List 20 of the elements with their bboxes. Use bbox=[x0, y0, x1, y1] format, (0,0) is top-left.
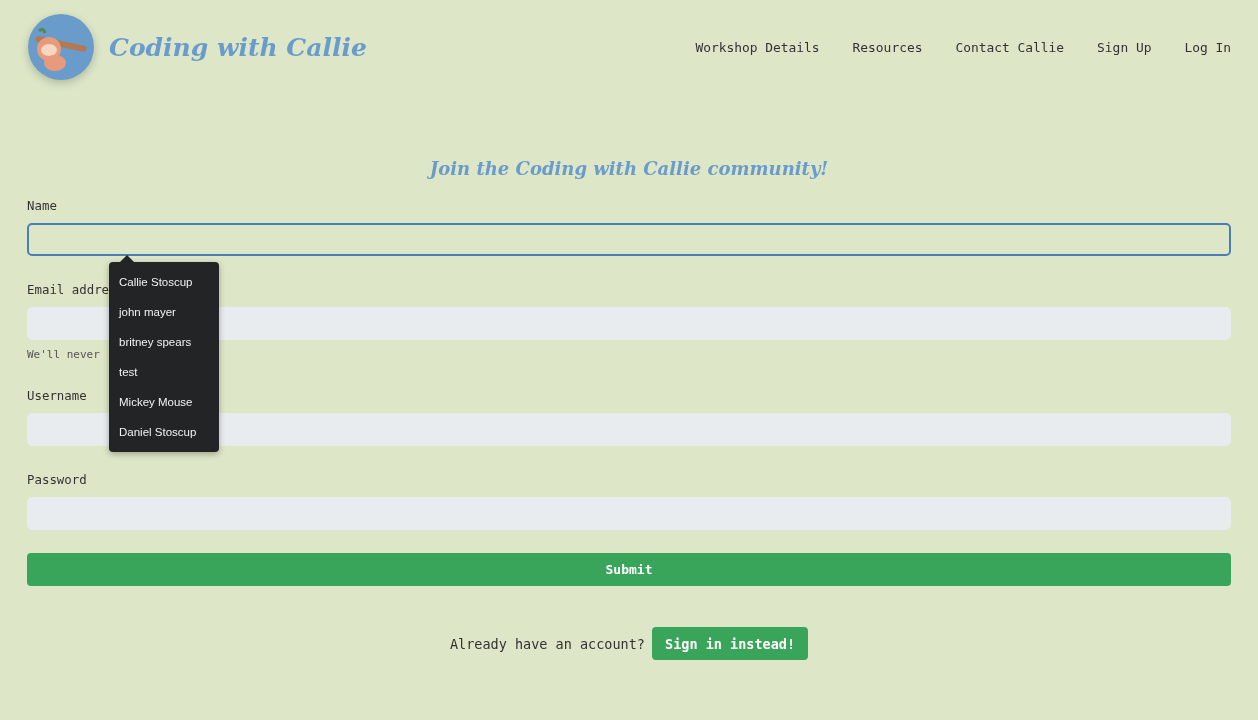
nav-link[interactable]: Workshop Details bbox=[695, 39, 820, 55]
field-label: Username bbox=[27, 388, 87, 403]
autocomplete-item[interactable]: test bbox=[109, 357, 219, 387]
nav-link[interactable]: Contact Callie bbox=[955, 39, 1065, 55]
field-label: Password bbox=[27, 472, 87, 487]
autocomplete-item[interactable]: britney spears bbox=[109, 327, 219, 357]
field-label: Name bbox=[27, 198, 57, 213]
autocomplete-item[interactable]: Mickey Mouse bbox=[109, 387, 219, 417]
autocomplete-item[interactable]: john mayer bbox=[109, 297, 219, 327]
autocomplete-item[interactable]: Daniel Stoscup bbox=[109, 417, 219, 447]
sloth-logo-icon bbox=[27, 13, 95, 81]
nav-link[interactable]: Log In bbox=[1184, 39, 1231, 55]
help-text: We'll never bbox=[27, 348, 100, 361]
autocomplete-item[interactable]: Callie Stoscup bbox=[109, 267, 219, 297]
nav-link[interactable]: Resources bbox=[852, 39, 923, 55]
account-prompt: Already have an account? bbox=[449, 635, 645, 652]
nav-link[interactable]: Sign Up bbox=[1097, 39, 1152, 55]
input-field[interactable] bbox=[27, 223, 1231, 256]
page-heading: Join the Coding with Callie community! bbox=[426, 158, 830, 179]
field-label: Email addre bbox=[27, 282, 110, 297]
